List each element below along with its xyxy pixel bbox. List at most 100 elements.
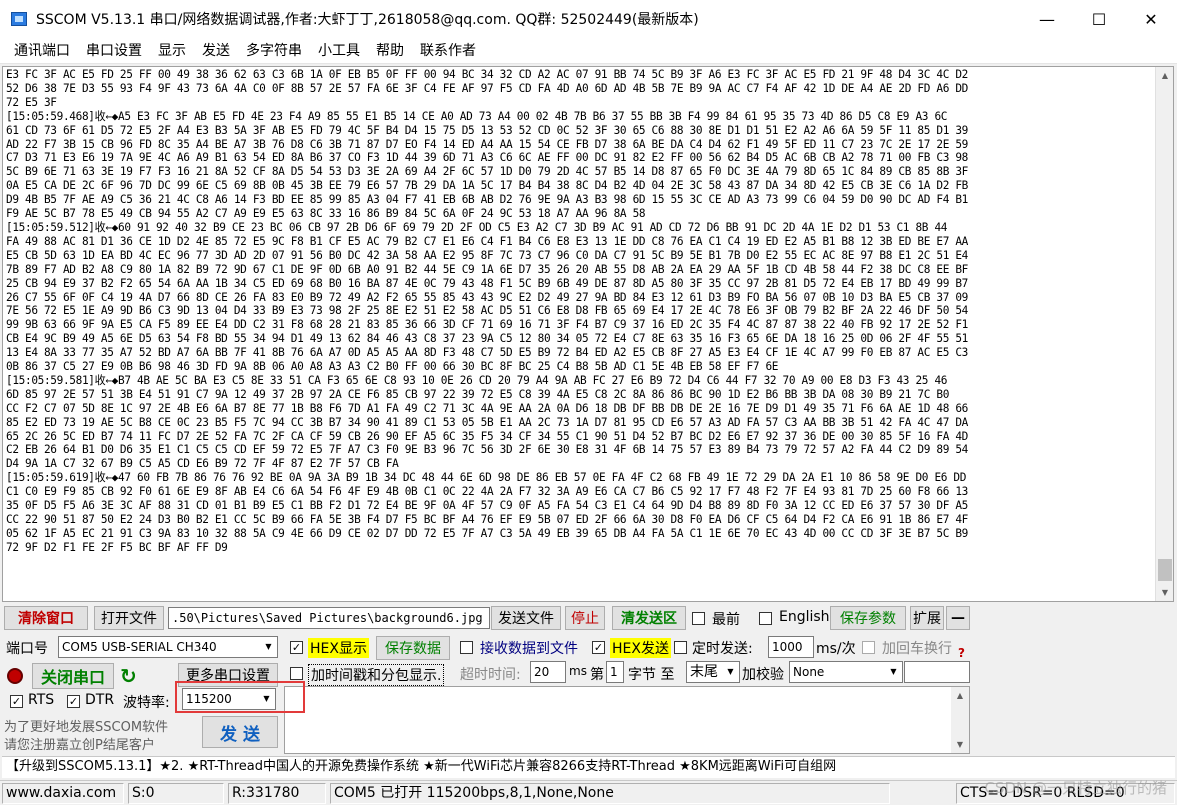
receive-line: 13 E4 8A 33 77 35 A7 52 BD A7 6A BB 7F 4… — [6, 346, 969, 360]
recv-to-file-checkbox[interactable] — [460, 641, 473, 654]
receive-line: CC 22 90 51 87 50 E2 24 D3 B0 B2 E1 CC 5… — [6, 513, 969, 526]
baud-label: 波特率: — [123, 695, 170, 711]
timestamp-checkbox[interactable] — [290, 667, 303, 680]
collapse-button[interactable]: — — [946, 606, 970, 630]
hex-send-label: HEX发送 — [610, 638, 671, 658]
receive-line: 6D 85 97 2E 57 51 3B E4 51 91 C7 9A 12 4… — [6, 387, 950, 401]
receive-line: 7E 56 72 E5 1E A9 9D B6 C3 9D 13 04 D4 3… — [6, 304, 969, 318]
english-checkbox[interactable] — [759, 612, 772, 625]
promo-line-1: 为了更好地发展SSCOM软件 — [4, 720, 169, 735]
scroll-thumb[interactable] — [1158, 559, 1172, 581]
receive-line: 0B 86 37 C5 27 E9 0B B6 98 46 3D FD 9A 8… — [6, 360, 779, 374]
receive-line: 85 E2 ED 73 19 AE 5C B8 CE 0C 23 B5 F5 7… — [6, 415, 969, 429]
status-received-count: R:331780 — [228, 783, 326, 804]
menu-serial-settings[interactable]: 串口设置 — [78, 38, 150, 64]
menu-comm-port[interactable]: 通讯端口 — [6, 38, 78, 64]
rts-checkbox[interactable]: ✓ — [10, 695, 23, 708]
receive-line: 61 CD 73 6F 61 D5 72 E5 2F A4 E3 B3 5A 3… — [6, 123, 969, 137]
close-port-button[interactable]: 关闭串口 — [32, 663, 114, 689]
receive-line: 25 CB 94 E9 37 B2 F2 65 54 6A AA 1B 34 C… — [6, 276, 969, 290]
receive-line: CB E4 9C B9 49 A5 6E D5 63 54 F8 BD 55 3… — [6, 332, 969, 346]
dtr-checkbox[interactable]: ✓ — [67, 695, 80, 708]
timed-send-checkbox[interactable] — [674, 641, 687, 654]
chevron-down-icon[interactable]: ▼ — [722, 662, 739, 682]
refresh-icon[interactable]: ↻ — [120, 664, 137, 688]
baud-highlight-box — [175, 681, 305, 713]
close-button[interactable]: ✕ — [1125, 0, 1177, 38]
window-title: SSCOM V5.13.1 串口/网络数据调试器,作者:大虾丁丁,2618058… — [36, 12, 699, 28]
receive-line: 65 2C 26 5C ED B7 74 11 FC D7 2E 52 FA 7… — [6, 429, 969, 443]
receive-line: CC F2 C7 07 5D 8E 1C 97 2E 4B E6 6A B7 8… — [6, 401, 969, 415]
english-label: English — [779, 609, 830, 625]
port-value: COM5 USB-SERIAL CH340 — [62, 640, 217, 654]
timeout-label: 超时时间: — [460, 667, 521, 683]
hex-display-checkbox[interactable]: ✓ — [290, 641, 303, 654]
timeout-input[interactable]: 20 — [530, 661, 566, 683]
watermark-text: CSDN @一只特立独行的猪 — [984, 779, 1167, 797]
checksum-select[interactable]: None ▼ — [789, 661, 903, 683]
status-sent-count: S:0 — [128, 783, 224, 804]
port-select[interactable]: COM5 USB-SERIAL CH340 ▼ — [58, 636, 278, 658]
menu-display[interactable]: 显示 — [150, 38, 194, 64]
open-file-button[interactable]: 打开文件 — [94, 606, 164, 630]
scroll-down-icon[interactable]: ▼ — [1156, 584, 1174, 601]
receive-text[interactable]: E3 FC 3F AC E5 FD 25 FF 00 49 38 36 62 6… — [6, 68, 1154, 598]
nth-label: 第 — [590, 667, 604, 683]
send-file-button[interactable]: 发送文件 — [491, 606, 561, 630]
top-most-label: 最前 — [712, 612, 740, 628]
receive-line: 99 9B 63 66 9F 9A E5 CA F5 89 EE E4 DD C… — [6, 318, 969, 332]
timed-send-label: 定时发送: — [692, 641, 753, 657]
save-params-button[interactable]: 保存参数 — [830, 606, 906, 630]
receive-line: 0A E5 CA DE 2C 6F 96 7D DC 99 6E C5 69 8… — [6, 179, 969, 193]
byte-label: 字节 至 — [628, 667, 675, 683]
status-port-info: COM5 已打开 115200bps,8,1,None,None — [330, 783, 890, 804]
menu-contact-author[interactable]: 联系作者 — [412, 38, 484, 64]
expand-button[interactable]: 扩展 — [910, 606, 944, 630]
menu-help[interactable]: 帮助 — [368, 38, 412, 64]
window-controls: — ☐ ✕ — [1021, 0, 1177, 38]
receive-area[interactable]: E3 FC 3F AC E5 FD 25 FF 00 49 38 36 62 6… — [2, 66, 1174, 602]
end-select[interactable]: 末尾 ▼ — [686, 661, 740, 683]
stop-button[interactable]: 停止 — [565, 606, 605, 630]
checksum-extra-field[interactable] — [904, 661, 970, 683]
news-ticker[interactable]: 【升级到SSCOM5.13.1】★2. ★RT-Thread中国人的开源免费操作… — [2, 756, 1175, 778]
minimize-button[interactable]: — — [1021, 0, 1073, 38]
send-scrollbar[interactable]: ▲ ▼ — [951, 687, 969, 753]
status-site[interactable]: www.daxia.com — [2, 783, 124, 804]
receive-line: C1 C0 E9 F9 85 CB 92 F0 61 6E E9 8F AB E… — [6, 485, 969, 499]
menu-tools[interactable]: 小工具 — [310, 38, 368, 64]
receive-line: E5 CB 5D 63 1D EA BD 4C EC 96 77 3D AD 2… — [6, 248, 969, 262]
checksum-value: None — [793, 665, 825, 679]
interval-input[interactable]: 1000 — [768, 636, 814, 658]
send-button[interactable]: 发 送 — [202, 716, 278, 748]
add-crlf-checkbox[interactable] — [862, 641, 875, 654]
save-data-button[interactable]: 保存数据 — [376, 636, 450, 660]
help-mark-icon[interactable]: ? — [958, 646, 965, 660]
chevron-down-icon[interactable]: ▼ — [260, 637, 277, 657]
app-icon — [10, 10, 28, 28]
chevron-down-icon[interactable]: ▼ — [885, 662, 902, 682]
receive-line: 52 D6 38 7E D3 55 93 F4 9F 43 73 6A 4A C… — [6, 81, 969, 95]
scroll-down-icon[interactable]: ▼ — [951, 736, 969, 753]
receive-line: FA 49 88 AC 81 D1 36 CE 1D D2 4E 85 72 E… — [6, 234, 969, 248]
menu-multi-string[interactable]: 多字符串 — [238, 38, 310, 64]
maximize-button[interactable]: ☐ — [1073, 0, 1125, 38]
promo-line-2: 请您注册嘉立创P结尾客户 — [4, 738, 155, 753]
clear-window-button[interactable]: 清除窗口 — [4, 606, 88, 630]
menu-send[interactable]: 发送 — [194, 38, 238, 64]
hex-send-checkbox[interactable]: ✓ — [592, 641, 605, 654]
add-crlf-label: 加回车换行 — [882, 641, 952, 657]
send-input[interactable]: ▲ ▼ — [284, 686, 970, 754]
recv-to-file-label: 接收数据到文件 — [480, 641, 578, 657]
nth-input[interactable]: 1 — [606, 661, 624, 683]
scroll-up-icon[interactable]: ▲ — [951, 687, 969, 704]
file-path-input[interactable]: .50\Pictures\Saved Pictures\background6.… — [168, 607, 490, 629]
top-most-checkbox[interactable] — [692, 612, 705, 625]
receive-line: [15:05:59.512]收←◆60 91 92 40 32 B9 CE 23… — [6, 220, 948, 234]
scroll-up-icon[interactable]: ▲ — [1156, 67, 1174, 84]
hex-display-label: HEX显示 — [308, 638, 369, 658]
clear-send-button[interactable]: 清发送区 — [612, 606, 686, 630]
port-status-icon — [7, 668, 23, 684]
receive-scrollbar[interactable]: ▲ ▼ — [1155, 67, 1173, 601]
receive-line: C2 EB 26 64 B1 D0 D6 35 E1 C1 C5 C5 CD E… — [6, 443, 969, 457]
